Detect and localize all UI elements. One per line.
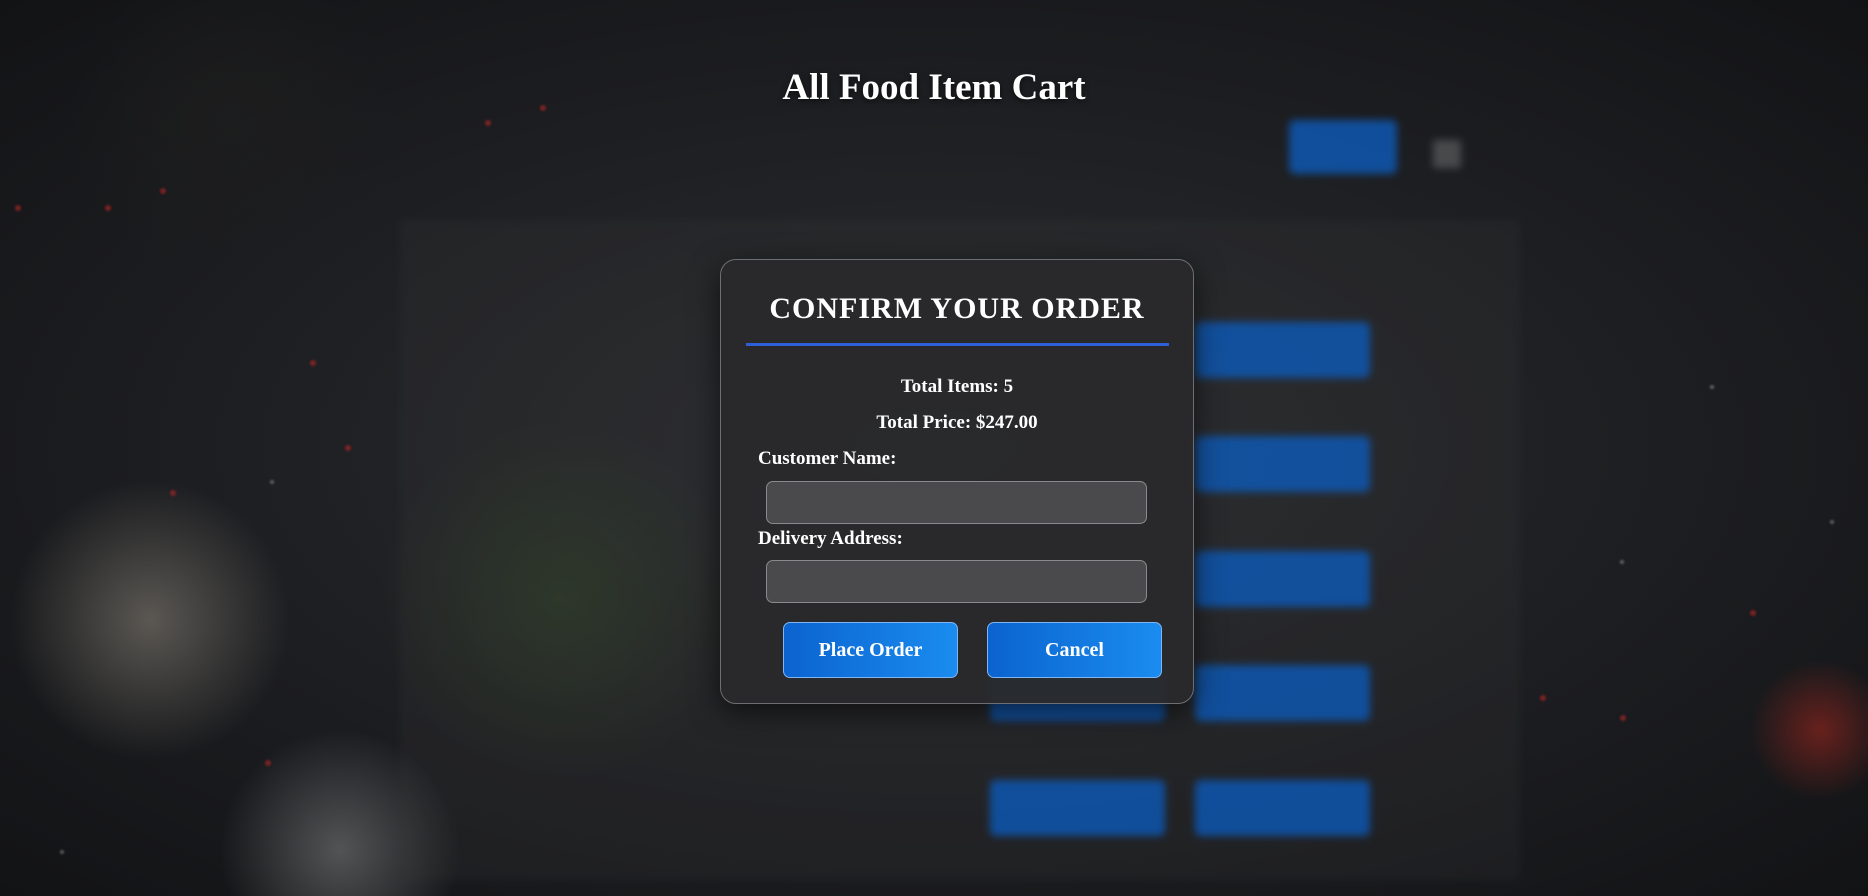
page-title: All Food Item Cart <box>782 67 1086 108</box>
cancel-button[interactable]: Cancel <box>987 622 1162 678</box>
modal-title: CONFIRM YOUR ORDER <box>769 292 1145 325</box>
modal-divider <box>746 343 1169 346</box>
place-order-button[interactable]: Place Order <box>783 622 958 678</box>
total-price-text: Total Price: $247.00 <box>876 412 1038 433</box>
delivery-address-input[interactable] <box>766 560 1147 603</box>
customer-name-label: Customer Name: <box>758 448 897 469</box>
customer-name-input[interactable] <box>766 481 1147 524</box>
delivery-address-label: Delivery Address: <box>758 528 903 549</box>
confirm-order-modal: CONFIRM YOUR ORDER Total Items: 5 Total … <box>720 259 1194 704</box>
total-items-text: Total Items: 5 <box>900 376 1014 397</box>
